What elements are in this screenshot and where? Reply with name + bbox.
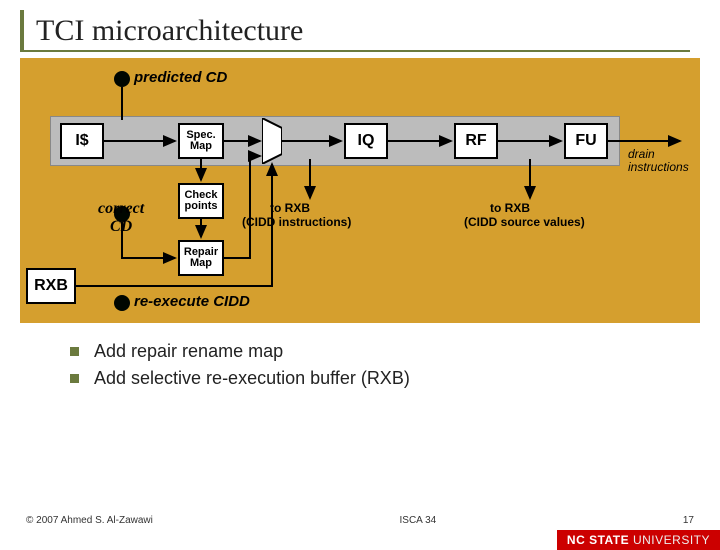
bullet-text: Add selective re-execution buffer (RXB) — [94, 368, 410, 389]
stage-fu: FU — [564, 123, 608, 159]
stage-rxb: RXB — [26, 268, 76, 304]
bullet-text: Add repair rename map — [94, 341, 283, 362]
title-container: TCI microarchitecture — [20, 10, 690, 52]
page-number: 17 — [683, 515, 694, 526]
footer: © 2007 Ahmed S. Al-Zawawi ISCA 34 17 NC … — [0, 515, 720, 550]
stage-repairmap: Repair Map — [178, 240, 224, 276]
brand-bold: NC STATE — [567, 533, 629, 547]
venue: ISCA 34 — [400, 515, 437, 526]
bullet-icon — [70, 347, 79, 356]
stage-icache: I$ — [60, 123, 104, 159]
dot-predicted — [114, 71, 130, 87]
stage-iq: IQ — [344, 123, 388, 159]
label-drain: drain instructions — [628, 148, 689, 174]
label-predicted: predicted CD — [134, 69, 227, 86]
architecture-diagram: I$ Spec. Map IQ RF FU Check points Repai… — [20, 58, 700, 323]
stage-rf: RF — [454, 123, 498, 159]
list-item: Add repair rename map — [70, 341, 650, 362]
pipeline-band — [50, 116, 620, 166]
label-reexec: re-execute CIDD — [134, 293, 250, 310]
stage-checkpoints: Check points — [178, 183, 224, 219]
list-item: Add selective re-execution buffer (RXB) — [70, 368, 650, 389]
mux-icon — [262, 118, 282, 164]
label-torxb1-a: to RXB — [270, 202, 310, 215]
label-torxb1-b: (CIDD instructions) — [242, 216, 351, 229]
label-correct: correct CD — [98, 200, 144, 236]
label-torxb2-b: (CIDD source values) — [464, 216, 585, 229]
label-torxb2-a: to RXB — [490, 202, 530, 215]
brand-thin: UNIVERSITY — [629, 533, 710, 547]
connectors — [20, 58, 700, 323]
page-title: TCI microarchitecture — [36, 14, 690, 48]
bullet-icon — [70, 374, 79, 383]
bullet-list: Add repair rename map Add selective re-e… — [70, 341, 650, 389]
brand-badge: NC STATE UNIVERSITY — [557, 530, 720, 550]
stage-specmap: Spec. Map — [178, 123, 224, 159]
dot-reexec — [114, 295, 130, 311]
copyright: © 2007 Ahmed S. Al-Zawawi — [26, 515, 153, 526]
